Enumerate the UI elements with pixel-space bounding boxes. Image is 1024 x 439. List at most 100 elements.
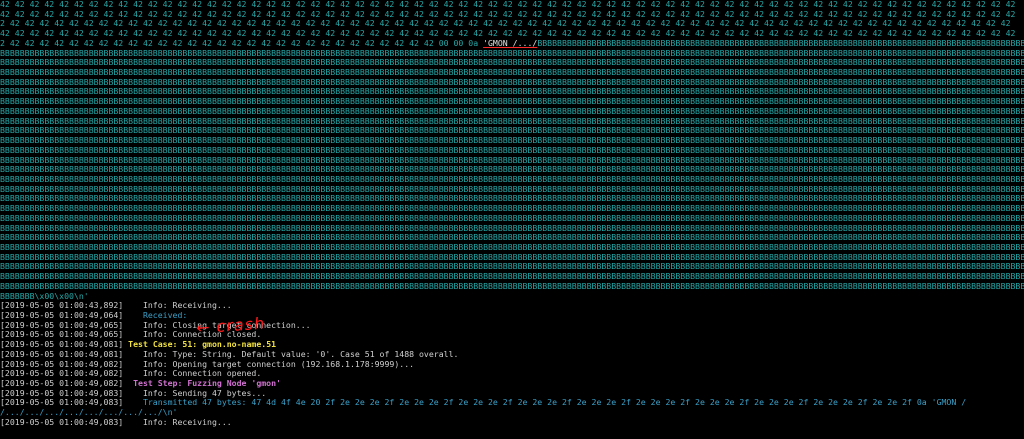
payload-line: BBBBBBBBBBBBBBBBBBBBBBBBBBBBBBBBBBBBBBBB… — [0, 243, 1024, 253]
log-spacer — [123, 369, 143, 378]
payload-bytes: BBBBBBBBBBBBBBBBBBBBBBBBBBBBBBBBBBBBBBBB… — [0, 213, 1024, 223]
payload-line: BBBBBBBBBBBBBBBBBBBBBBBBBBBBBBBBBBBBBBBB… — [0, 107, 1024, 117]
log-timestamp: [2019-05-05 01:00:49,083] — [0, 388, 124, 398]
payload-line: BBBBBBBBBBBBBBBBBBBBBBBBBBBBBBBBBBBBBBBB… — [0, 253, 1024, 263]
log-message: /.../.../.../.../.../.../.../.../\n' — [0, 408, 178, 418]
log-message: Info: Receiving... — [142, 301, 232, 311]
payload-line: BBBBBBBBBBBBBBBBBBBBBBBBBBBBBBBBBBBBBBBB… — [0, 262, 1024, 272]
log-line: [2019-05-05 01:00:49,083] Info: Receivin… — [0, 418, 1024, 428]
payload-line: BBBBBBBBBBBBBBBBBBBBBBBBBBBBBBBBBBBBBBBB… — [0, 194, 1024, 204]
payload-line: BBBBBBBBBBBBBBBBBBBBBBBBBBBBBBBBBBBBBBBB… — [0, 156, 1024, 166]
payload-bytes: BBBBBBBBBBBBBBBBBBBBBBBBBBBBBBBBBBBBBBBB… — [0, 106, 1024, 116]
payload-end-line: BBBBBBB\x00\x00\n' — [0, 292, 1024, 302]
log-timestamp: [2019-05-05 01:00:49,082] — [0, 359, 124, 369]
payload-line: BBBBBBBBBBBBBBBBBBBBBBBBBBBBBBBBBBBBBBBB… — [0, 49, 1024, 59]
payload-line: BBBBBBBBBBBBBBBBBBBBBBBBBBBBBBBBBBBBBBBB… — [0, 68, 1024, 78]
log-message: Info: Type: String. Default value: '0'. … — [142, 349, 459, 359]
log-message: Received: — [142, 311, 193, 320]
log-spacer — [123, 311, 143, 320]
gmon-marker: 'GMON /.../ — [483, 38, 538, 48]
hex-bytes: 2 42 42 42 42 42 42 42 42 42 42 42 42 42… — [0, 19, 1011, 29]
hex-dump-line: 42 42 42 42 42 42 42 42 42 42 42 42 42 4… — [0, 29, 1024, 39]
hex-dump-line: 2 42 42 42 42 42 42 42 42 42 42 42 42 42… — [0, 19, 1024, 29]
log-timestamp: [2019-05-05 01:00:49,083] — [0, 417, 124, 427]
payload-bytes: BBBBBBBBBBBBBBBBBBBBBBBBBBBBBBBBBBBBBBBB… — [0, 204, 1024, 214]
log-spacer — [123, 321, 143, 330]
payload-line: BBBBBBBBBBBBBBBBBBBBBBBBBBBBBBBBBBBBBBBB… — [0, 58, 1024, 68]
log-line: [2019-05-05 01:00:43,892] Info: Receivin… — [0, 301, 1024, 311]
log-message: Info: Connection opened. — [142, 369, 262, 379]
hex-bytes: 42 42 42 42 42 42 42 42 42 42 42 42 42 4… — [0, 29, 1016, 39]
payload-line: BBBBBBBBBBBBBBBBBBBBBBBBBBBBBBBBBBBBBBBB… — [0, 282, 1024, 292]
payload-line: BBBBBBBBBBBBBBBBBBBBBBBBBBBBBBBBBBBBBBBB… — [0, 214, 1024, 224]
payload-bytes: BBBBBBBBBBBBBBBBBBBBBBBBBBBBBBBBBBBBBBBB… — [537, 38, 1024, 48]
payload-bytes: BBBBBBBBBBBBBBBBBBBBBBBBBBBBBBBBBBBBBBBB… — [0, 223, 1024, 233]
payload-bytes: BBBBBBBBBBBBBBBBBBBBBBBBBBBBBBBBBBBBBBBB… — [0, 48, 1024, 58]
payload-line: BBBBBBBBBBBBBBBBBBBBBBBBBBBBBBBBBBBBBBBB… — [0, 272, 1024, 282]
log-timestamp: [2019-05-05 01:00:49,081] — [0, 340, 124, 350]
payload-line: BBBBBBBBBBBBBBBBBBBBBBBBBBBBBBBBBBBBBBBB… — [0, 224, 1024, 234]
log-spacer — [123, 418, 143, 427]
payload-bytes: BBBBBBBBBBBBBBBBBBBBBBBBBBBBBBBBBBBBBBBB… — [0, 242, 1024, 252]
payload-bytes: BBBBBBBBBBBBBBBBBBBBBBBBBBBBBBBBBBBBBBBB… — [0, 262, 1024, 272]
log-line: [2019-05-05 01:00:49,083] Info: Sending … — [0, 389, 1024, 399]
payload-bytes: BBBBBBB\x00\x00\n' — [0, 291, 89, 301]
log-spacer — [123, 301, 143, 310]
payload-bytes: BBBBBBBBBBBBBBBBBBBBBBBBBBBBBBBBBBBBBBBB… — [0, 116, 1024, 126]
payload-bytes: BBBBBBBBBBBBBBBBBBBBBBBBBBBBBBBBBBBBBBBB… — [0, 58, 1024, 68]
terminal-window[interactable]: 42 42 42 42 42 42 42 42 42 42 42 42 42 4… — [0, 0, 1024, 439]
log-timestamp: [2019-05-05 01:00:49,065] — [0, 330, 124, 340]
log-line: [2019-05-05 01:00:49,065] Info: Closing … — [0, 321, 1024, 331]
payload-bytes: BBBBBBBBBBBBBBBBBBBBBBBBBBBBBBBBBBBBBBBB… — [0, 136, 1024, 146]
log-timestamp: [2019-05-05 01:00:49,081] — [0, 349, 124, 359]
payload-line: BBBBBBBBBBBBBBBBBBBBBBBBBBBBBBBBBBBBBBBB… — [0, 185, 1024, 195]
log-timestamp: [2019-05-05 01:00:49,083] — [0, 398, 124, 408]
payload-bytes: BBBBBBBBBBBBBBBBBBBBBBBBBBBBBBBBBBBBBBBB… — [0, 145, 1024, 155]
payload-bytes: BBBBBBBBBBBBBBBBBBBBBBBBBBBBBBBBBBBBBBBB… — [0, 155, 1024, 165]
log-timestamp: [2019-05-05 01:00:49,064] — [0, 311, 124, 320]
hex-bytes: 42 42 42 42 42 42 42 42 42 42 42 42 42 4… — [0, 0, 1016, 9]
log-line: /.../.../.../.../.../.../.../.../\n' — [0, 408, 1024, 418]
payload-line: BBBBBBBBBBBBBBBBBBBBBBBBBBBBBBBBBBBBBBBB… — [0, 87, 1024, 97]
payload-line: BBBBBBBBBBBBBBBBBBBBBBBBBBBBBBBBBBBBBBBB… — [0, 204, 1024, 214]
payload-bytes: BBBBBBBBBBBBBBBBBBBBBBBBBBBBBBBBBBBBBBBB… — [0, 272, 1024, 282]
log-timestamp: [2019-05-05 01:00:49,082] — [0, 379, 124, 389]
log-spacer — [123, 398, 143, 407]
hex-bytes: 2 42 42 42 42 42 42 42 42 42 42 42 42 42… — [0, 38, 484, 48]
hex-bytes: 42 42 42 42 42 42 42 42 42 42 42 42 42 4… — [0, 9, 1016, 19]
log-message: Test Step: Fuzzing Node 'gmon' — [133, 379, 281, 389]
payload-bytes: BBBBBBBBBBBBBBBBBBBBBBBBBBBBBBBBBBBBBBBB… — [0, 126, 1024, 136]
log-spacer — [123, 360, 143, 369]
log-spacer — [123, 379, 133, 388]
hex-dump-gmon-line: 2 42 42 42 42 42 42 42 42 42 42 42 42 42… — [0, 39, 1024, 49]
log-timestamp: [2019-05-05 01:00:43,892] — [0, 301, 124, 311]
payload-line: BBBBBBBBBBBBBBBBBBBBBBBBBBBBBBBBBBBBBBBB… — [0, 146, 1024, 156]
payload-bytes: BBBBBBBBBBBBBBBBBBBBBBBBBBBBBBBBBBBBBBBB… — [0, 77, 1024, 87]
payload-line: BBBBBBBBBBBBBBBBBBBBBBBBBBBBBBBBBBBBBBBB… — [0, 117, 1024, 127]
log-line: [2019-05-05 01:00:49,082] Test Step: Fuz… — [0, 379, 1024, 389]
payload-bytes: BBBBBBBBBBBBBBBBBBBBBBBBBBBBBBBBBBBBBBBB… — [0, 281, 1024, 291]
log-line: [2019-05-05 01:00:49,082] Info: Connecti… — [0, 369, 1024, 379]
log-spacer — [123, 330, 143, 339]
payload-line: BBBBBBBBBBBBBBBBBBBBBBBBBBBBBBBBBBBBBBBB… — [0, 126, 1024, 136]
log-spacer — [123, 389, 143, 398]
hex-dump-line: 42 42 42 42 42 42 42 42 42 42 42 42 42 4… — [0, 0, 1024, 10]
log-spacer — [123, 350, 143, 359]
payload-bytes: BBBBBBBBBBBBBBBBBBBBBBBBBBBBBBBBBBBBBBBB… — [0, 165, 1024, 175]
log-line: [2019-05-05 01:00:49,064] Received: — [0, 311, 1024, 321]
payload-bytes: BBBBBBBBBBBBBBBBBBBBBBBBBBBBBBBBBBBBBBBB… — [0, 68, 1024, 78]
log-message: Transmitted 47 bytes: 47 4d 4f 4e 20 2f … — [142, 398, 967, 408]
log-message: Info: Opening target connection (192.168… — [142, 359, 415, 369]
log-line: [2019-05-05 01:00:49,065] Info: Connecti… — [0, 330, 1024, 340]
payload-bytes: BBBBBBBBBBBBBBBBBBBBBBBBBBBBBBBBBBBBBBBB… — [0, 184, 1024, 194]
log-line: [2019-05-05 01:00:49,082] Info: Opening … — [0, 360, 1024, 370]
payload-bytes: BBBBBBBBBBBBBBBBBBBBBBBBBBBBBBBBBBBBBBBB… — [0, 97, 1024, 107]
payload-line: BBBBBBBBBBBBBBBBBBBBBBBBBBBBBBBBBBBBBBBB… — [0, 97, 1024, 107]
log-message: Info: Sending 47 bytes... — [142, 388, 267, 398]
payload-bytes: BBBBBBBBBBBBBBBBBBBBBBBBBBBBBBBBBBBBBBBB… — [0, 252, 1024, 262]
payload-line: BBBBBBBBBBBBBBBBBBBBBBBBBBBBBBBBBBBBBBBB… — [0, 165, 1024, 175]
log-line: [2019-05-05 01:00:49,081] Info: Type: St… — [0, 350, 1024, 360]
payload-bytes: BBBBBBBBBBBBBBBBBBBBBBBBBBBBBBBBBBBBBBBB… — [0, 87, 1024, 97]
log-timestamp: [2019-05-05 01:00:49,065] — [0, 320, 124, 330]
payload-line: BBBBBBBBBBBBBBBBBBBBBBBBBBBBBBBBBBBBBBBB… — [0, 136, 1024, 146]
